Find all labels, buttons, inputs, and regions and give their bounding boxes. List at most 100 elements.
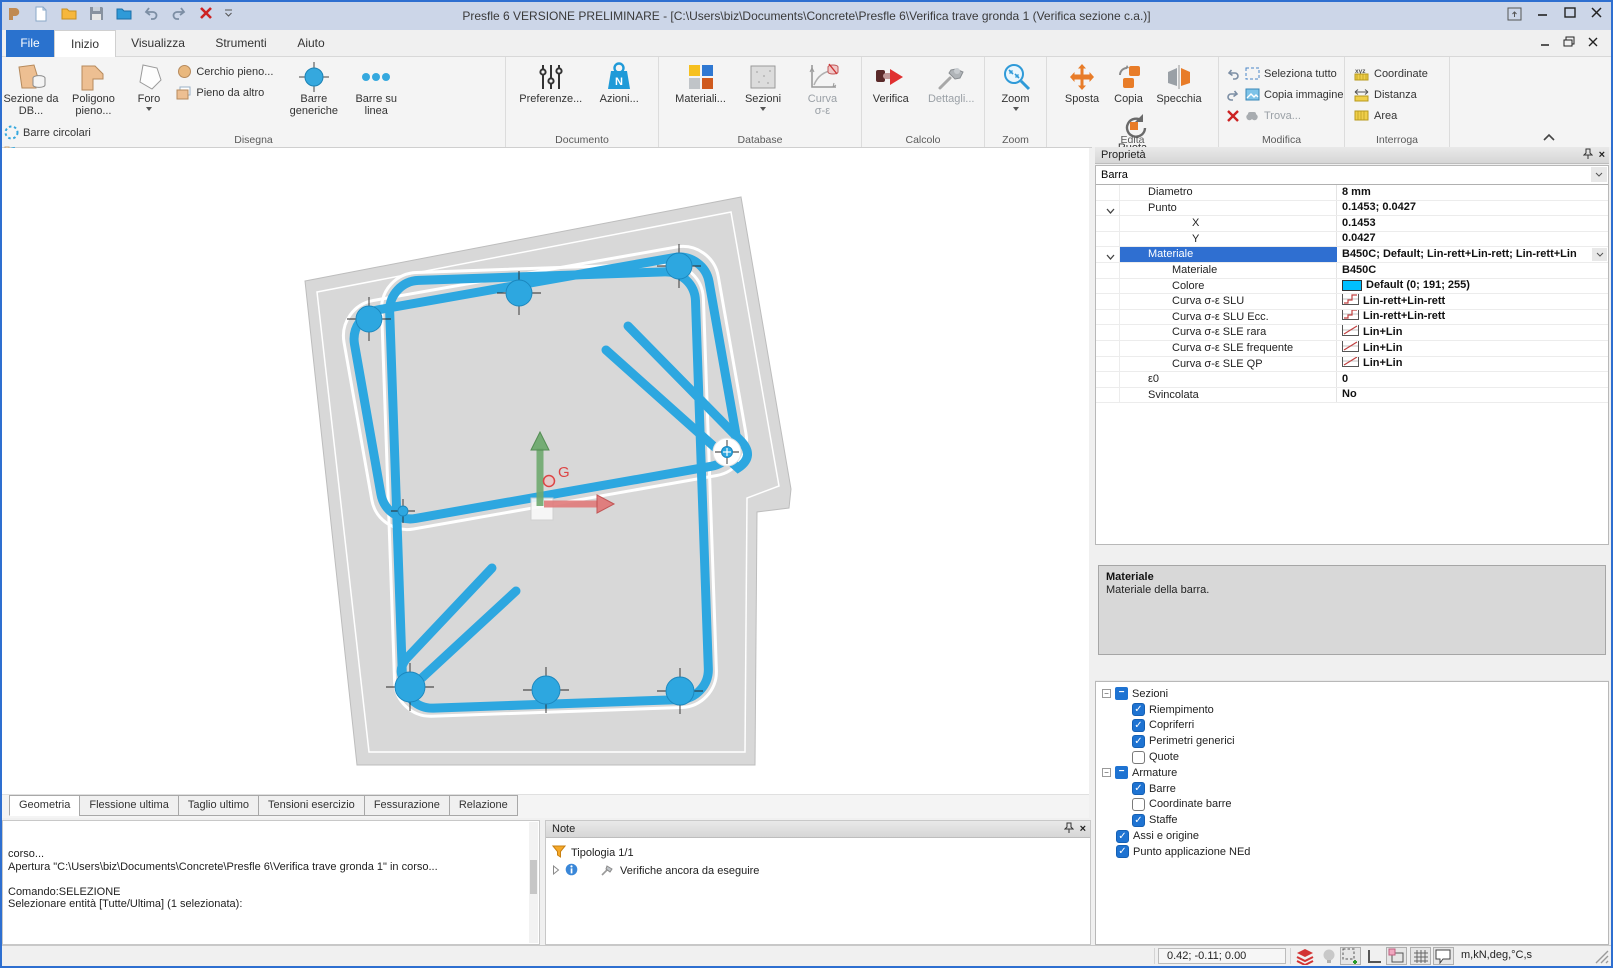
property-value[interactable]: Lin-rett+Lin-rett xyxy=(1337,310,1608,325)
sposta-button[interactable]: Sposta xyxy=(1060,59,1104,106)
filter-funnel-icon[interactable] xyxy=(552,845,566,861)
collapse-ribbon-icon[interactable] xyxy=(1542,129,1556,147)
sezioni-button[interactable]: Sezioni xyxy=(737,59,789,112)
log-scrollbar-thumb[interactable] xyxy=(530,860,537,894)
layer-label[interactable]: Riempimento xyxy=(1149,704,1214,716)
ribbon-options-icon[interactable] xyxy=(1503,7,1525,24)
tab-aiuto[interactable]: Aiuto xyxy=(282,30,340,57)
redo-icon[interactable] xyxy=(169,6,189,26)
layer-checkbox-unchecked[interactable] xyxy=(1132,751,1145,764)
close-button[interactable] xyxy=(1585,7,1607,24)
chevron-down-icon[interactable] xyxy=(1591,167,1607,182)
property-value[interactable]: Lin+Lin xyxy=(1337,341,1608,356)
tab-tensioni-esercizio[interactable]: Tensioni esercizio xyxy=(258,795,365,816)
layer-label[interactable]: Punto applicazione NEd xyxy=(1133,846,1250,858)
property-value[interactable]: No xyxy=(1337,388,1608,403)
abort-icon[interactable] xyxy=(196,6,216,26)
chevron-down-icon[interactable] xyxy=(1592,248,1607,261)
redo-small-icon[interactable] xyxy=(1225,88,1241,102)
undo-icon[interactable] xyxy=(141,6,161,26)
property-name[interactable]: Svincolata xyxy=(1120,388,1337,403)
property-name[interactable]: Curva σ-ε SLU Ecc. xyxy=(1120,310,1337,325)
barre-su-linea-button[interactable]: Barre su linea xyxy=(348,59,404,118)
property-value[interactable]: B450C; Default; Lin-rett+Lin-rett; Lin-r… xyxy=(1337,247,1608,262)
resize-grip[interactable] xyxy=(1595,950,1609,968)
mdi-close-button[interactable] xyxy=(1583,36,1603,52)
distanza-button[interactable]: Distanza xyxy=(1353,84,1449,105)
tab-strumenti[interactable]: Strumenti xyxy=(200,30,282,57)
minimize-button[interactable] xyxy=(1531,7,1553,24)
pieno-da-altro-button[interactable]: Pieno da altro xyxy=(175,82,279,103)
layer-group-checkbox[interactable]: − xyxy=(1115,687,1128,700)
property-value[interactable]: Lin-rett+Lin-rett xyxy=(1337,294,1608,309)
tree-collapse-icon[interactable]: − xyxy=(1102,689,1111,698)
tab-flessione-ultima[interactable]: Flessione ultima xyxy=(79,795,178,816)
property-value[interactable]: Lin+Lin xyxy=(1337,325,1608,340)
layer-checkbox-checked[interactable]: ✓ xyxy=(1132,719,1145,732)
tab-geometria[interactable]: Geometria xyxy=(9,795,80,816)
property-name[interactable]: Materiale xyxy=(1120,263,1337,278)
close-icon[interactable]: × xyxy=(1080,822,1086,838)
property-value[interactable]: 0.1453; 0.0427 xyxy=(1337,201,1608,216)
property-name[interactable]: Curva σ-ε SLE rara xyxy=(1120,325,1337,340)
layer-checkbox-checked[interactable]: ✓ xyxy=(1132,814,1145,827)
property-name[interactable]: Y xyxy=(1120,232,1337,247)
property-name[interactable]: Colore xyxy=(1120,279,1337,294)
log-scrollbar[interactable] xyxy=(529,822,538,943)
layer-label[interactable]: Armature xyxy=(1132,767,1177,779)
layer-group-checkbox[interactable]: − xyxy=(1115,766,1128,779)
materiali-button[interactable]: Materiali... xyxy=(669,59,733,106)
tab-relazione[interactable]: Relazione xyxy=(449,795,518,816)
tab-inizio[interactable]: Inizio xyxy=(54,30,116,57)
property-name[interactable]: Diametro xyxy=(1120,185,1337,200)
property-value[interactable]: 0.1453 xyxy=(1337,216,1608,231)
mdi-restore-button[interactable] xyxy=(1559,36,1579,52)
trova-button[interactable]: Trova... xyxy=(1225,105,1344,126)
copia-immagine-button[interactable]: Copia immagine xyxy=(1225,84,1344,105)
tab-file[interactable]: File xyxy=(6,30,54,57)
layer-checkbox-checked[interactable]: ✓ xyxy=(1132,703,1145,716)
comment-icon[interactable] xyxy=(1433,947,1454,965)
property-name[interactable]: X xyxy=(1120,216,1337,231)
layer-checkbox-checked[interactable]: ✓ xyxy=(1132,782,1145,795)
tree-collapse-icon[interactable]: − xyxy=(1102,768,1111,777)
copia-button[interactable]: Copia xyxy=(1109,59,1149,106)
seleziona-tutto-button[interactable]: Seleziona tutto xyxy=(1225,63,1344,84)
maximize-button[interactable] xyxy=(1559,7,1581,24)
layer-label[interactable]: Copriferri xyxy=(1149,719,1194,731)
dettagli-button[interactable]: Dettagli... xyxy=(921,59,981,106)
layers-icon[interactable] xyxy=(1294,947,1315,965)
lamp-icon[interactable] xyxy=(1318,947,1339,965)
zoom-button[interactable]: Zoom xyxy=(990,59,1042,112)
property-value[interactable]: 0 xyxy=(1337,372,1608,387)
coordinate-button[interactable]: xyz Coordinate xyxy=(1353,63,1449,84)
property-value[interactable]: 0.0427 xyxy=(1337,232,1608,247)
layer-label[interactable]: Coordinate barre xyxy=(1149,798,1232,810)
snap-rectangle-icon[interactable] xyxy=(1386,947,1407,965)
entity-type-combo[interactable]: Barra xyxy=(1096,166,1608,185)
layer-checkbox-unchecked[interactable] xyxy=(1132,798,1145,811)
cerchio-pieno-button[interactable]: Cerchio pieno... xyxy=(175,61,279,82)
area-button[interactable]: Area xyxy=(1353,105,1449,126)
poligono-pieno-button[interactable]: Poligono pieno... xyxy=(64,59,122,118)
specchia-button[interactable]: Specchia xyxy=(1153,59,1205,106)
tab-fessurazione[interactable]: Fessurazione xyxy=(364,795,450,816)
pin-icon[interactable] xyxy=(1583,148,1593,164)
preferenze-button[interactable]: Preferenze... xyxy=(516,59,586,106)
close-icon[interactable]: × xyxy=(1599,148,1605,164)
new-file-icon[interactable] xyxy=(31,6,51,26)
open-folder-icon[interactable] xyxy=(59,6,79,26)
barre-generiche-button[interactable]: Barre generiche xyxy=(284,59,344,118)
property-name[interactable]: Curva σ-ε SLE QP xyxy=(1120,357,1337,372)
azioni-button[interactable]: N Azioni... xyxy=(590,59,648,106)
layer-label[interactable]: Assi e origine xyxy=(1133,830,1199,842)
open-project-icon[interactable] xyxy=(114,6,134,26)
tab-taglio-ultimo[interactable]: Taglio ultimo xyxy=(178,795,259,816)
undo-small-icon[interactable] xyxy=(1225,67,1241,81)
layer-checkbox-checked[interactable]: ✓ xyxy=(1132,735,1145,748)
expand-triangle-icon[interactable] xyxy=(552,865,560,878)
property-value[interactable]: Lin+Lin xyxy=(1337,357,1608,372)
property-value[interactable]: B450C xyxy=(1337,263,1608,278)
tab-visualizza[interactable]: Visualizza xyxy=(116,30,200,57)
property-name[interactable]: ε0 xyxy=(1120,372,1337,387)
